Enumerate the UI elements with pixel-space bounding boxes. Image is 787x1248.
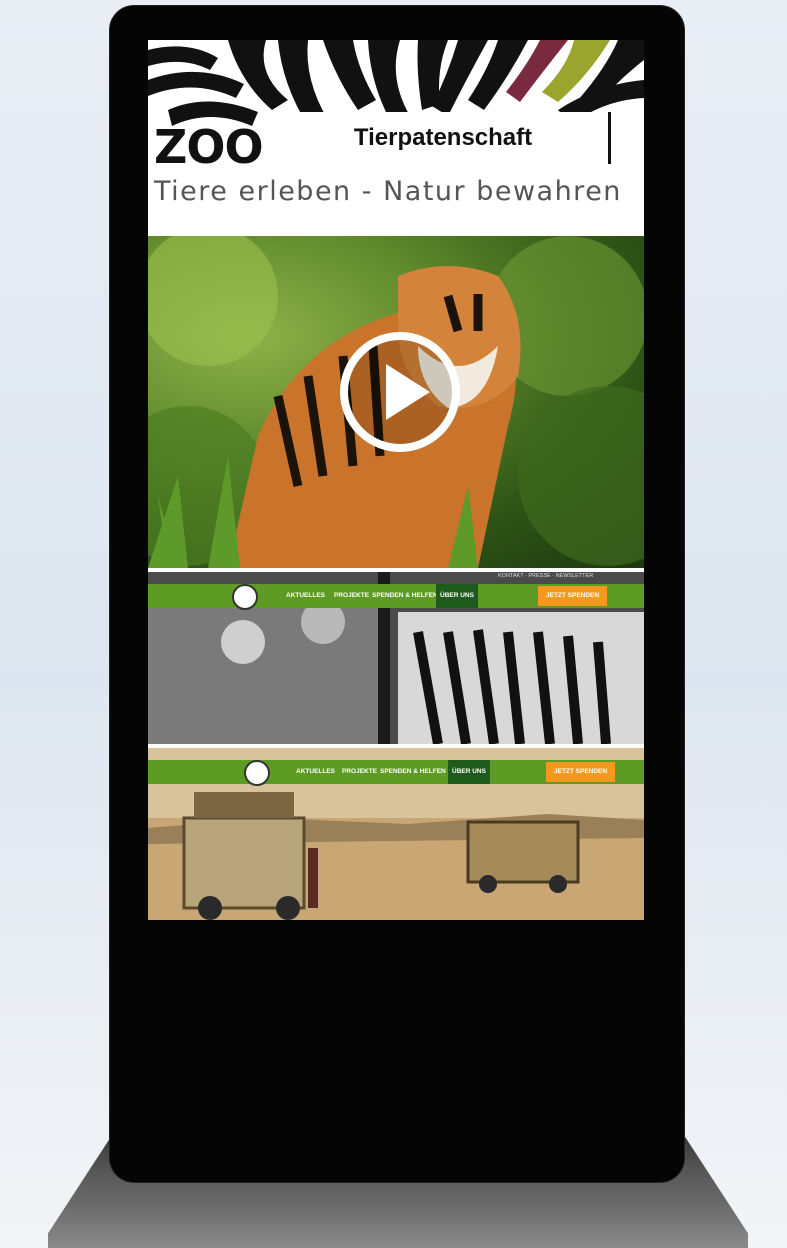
top-link-kontakt[interactable]: KONTAKT	[498, 573, 523, 579]
zoo-header: ZOO Tierpatenschaft Tiere erleben - Natu…	[148, 40, 644, 236]
nav-ueber-uns-2[interactable]: ÜBER UNS	[448, 760, 490, 784]
nav-projekte-2[interactable]: PROJEKTE	[342, 760, 377, 784]
play-icon[interactable]	[338, 330, 462, 454]
nav-projekte[interactable]: PROJEKTE	[334, 584, 369, 608]
nav-aktuelles-2[interactable]: AKTUELLES	[296, 760, 335, 784]
page-title: Tierpatenschaft	[353, 124, 533, 151]
nav-spenden-helfen-2[interactable]: SPENDEN & HELFEN	[380, 760, 446, 784]
zoo-logo-text: ZOO	[154, 120, 264, 174]
kiosk-screen: ZOO Tierpatenschaft Tiere erleben - Natu…	[148, 40, 644, 920]
site-nav-2: AKTUELLES PROJEKTE SPENDEN & HELFEN ÜBER…	[148, 760, 644, 786]
nav-aktuelles[interactable]: AKTUELLES	[286, 584, 325, 608]
top-links: KONTAKT · PRESSE · NEWSLETTER	[498, 573, 594, 579]
nav-ueber-uns[interactable]: ÜBER UNS	[436, 584, 478, 608]
website-preview-1[interactable]: KONTAKT · PRESSE · NEWSLETTER AKTUELLES …	[148, 572, 644, 744]
zoo-tagline: Tiere erleben - Natur bewahren	[154, 176, 622, 207]
donate-button-2[interactable]: JETZT SPENDEN	[546, 762, 616, 782]
top-link-newsletter[interactable]: NEWSLETTER	[556, 573, 594, 579]
site-logo-icon-2[interactable]	[244, 760, 270, 786]
top-link-presse[interactable]: PRESSE	[528, 573, 550, 579]
page-title-box: Tierpatenschaft	[278, 112, 611, 164]
website-preview-2[interactable]: AKTUELLES PROJEKTE SPENDEN & HELFEN ÜBER…	[148, 748, 644, 920]
nav-spenden-helfen[interactable]: SPENDEN & HELFEN	[372, 584, 438, 608]
donate-button[interactable]: JETZT SPENDEN	[538, 586, 608, 606]
site-nav: AKTUELLES PROJEKTE SPENDEN & HELFEN ÜBER…	[148, 584, 644, 610]
site-logo-icon[interactable]	[232, 584, 258, 610]
